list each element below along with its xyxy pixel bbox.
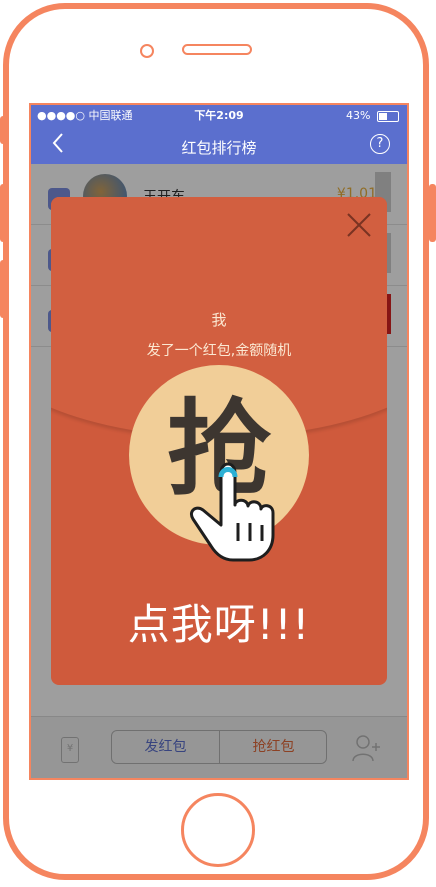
battery-fill bbox=[379, 112, 387, 120]
sender-name: 我 bbox=[211, 311, 227, 329]
side-button bbox=[429, 184, 436, 242]
home-button[interactable] bbox=[181, 793, 255, 867]
red-packet-card: 我 发了一个红包,金额随机 抢 点我呀!!! bbox=[51, 197, 387, 685]
close-icon[interactable] bbox=[345, 211, 373, 239]
packet-message: 发了一个红包,金额随机 bbox=[146, 343, 292, 359]
battery-percent: 43% bbox=[346, 109, 371, 122]
side-button bbox=[0, 116, 7, 144]
help-icon[interactable]: ? bbox=[370, 134, 390, 154]
status-bar: ●●●●○ 中国联通 下午2:09 43% bbox=[31, 105, 407, 126]
battery-icon bbox=[377, 110, 399, 122]
page-title: 红包排行榜 bbox=[181, 139, 257, 157]
speaker bbox=[182, 44, 252, 55]
nav-bar: 红包排行榜 ? bbox=[31, 126, 407, 164]
screen: ●●●●○ 中国联通 下午2:09 43% 红包排行榜 ? 王开东 ¥1.01 bbox=[31, 105, 407, 778]
camera bbox=[140, 44, 154, 58]
status-right: 43% bbox=[346, 105, 399, 126]
pointing-hand-icon bbox=[189, 462, 275, 562]
tap-hint: 点我呀!!! bbox=[127, 600, 311, 649]
side-button bbox=[0, 184, 7, 242]
side-button bbox=[0, 260, 7, 318]
